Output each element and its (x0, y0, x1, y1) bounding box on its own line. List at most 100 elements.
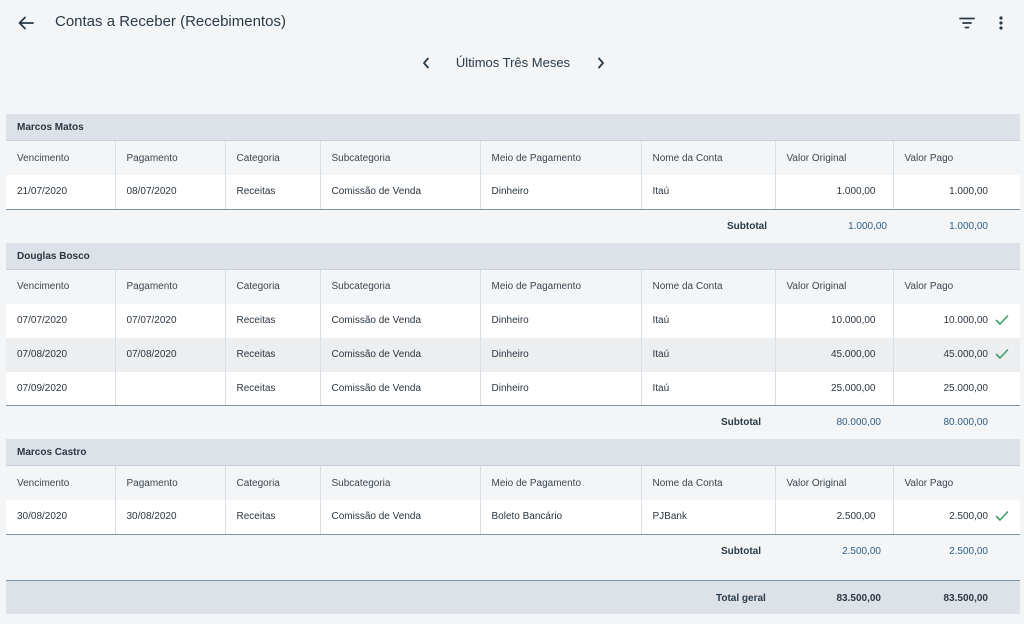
cell-account-name: PJBank (641, 500, 776, 535)
column-header-row: Vencimento Pagamento Categoria Subcategoria… (6, 269, 1020, 304)
column-header-category: Categoria (225, 141, 321, 175)
cell-original-value: 10.000,00 (775, 303, 894, 338)
grand-total-original: 83.500,00 (836, 593, 882, 604)
column-header-original-value: Valor Original (775, 269, 894, 304)
subtotal-original: 1.000,00 (848, 220, 887, 232)
column-header-due-date: Vencimento (6, 466, 116, 500)
cell-original-value: 1.000,00 (775, 175, 894, 210)
cell-category: Receitas (225, 303, 321, 338)
cell-due-date: 07/09/2020 (6, 371, 116, 406)
next-period-button[interactable] (591, 52, 611, 74)
subtotal-row: Subtotal 80.000,00 80.000,00 (6, 406, 1020, 439)
cell-category: Receitas (225, 175, 321, 210)
cell-payment-date: 07/08/2020 (115, 337, 226, 372)
column-header-account-name: Nome da Conta (641, 141, 776, 175)
column-header-due-date: Vencimento (6, 269, 116, 304)
cell-subcategory: Comissão de Venda (320, 175, 481, 210)
paid-value-text: 2.500,00 (949, 511, 988, 523)
subtotal-paid: 1.000,00 (949, 220, 988, 232)
cell-payment-date: 08/07/2020 (115, 175, 226, 210)
check-icon (995, 511, 1009, 521)
cell-original-value: 2.500,00 (775, 500, 894, 535)
cell-account-name: Itaú (641, 303, 776, 338)
column-header-subcategory: Subcategoria (320, 141, 481, 175)
cell-payment-method: Dinheiro (480, 337, 642, 372)
group-header: Marcos Castro (6, 439, 1020, 466)
receivables-report: Marcos Matos Vencimento Pagamento Categoria… (6, 114, 1020, 568)
column-header-paid-value: Valor Pago (893, 269, 1020, 304)
subtotal-original: 80.000,00 (836, 417, 882, 428)
subtotal-label: Subtotal (721, 417, 761, 428)
paid-value-text: 10.000,00 (943, 315, 989, 326)
column-header-payment-date: Pagamento (115, 269, 226, 304)
cell-due-date: 30/08/2020 (6, 500, 116, 535)
period-label: Últimos Três Meses (455, 55, 571, 70)
group-header: Marcos Matos (6, 114, 1020, 141)
cell-category: Receitas (225, 500, 321, 535)
previous-period-button[interactable] (416, 52, 436, 74)
column-header-category: Categoria (225, 269, 321, 304)
cell-original-value: 45.000,00 (775, 337, 894, 372)
column-header-category: Categoria (225, 466, 321, 500)
column-header-due-date: Vencimento (6, 141, 116, 175)
more-options-button[interactable] (989, 11, 1013, 35)
cell-due-date: 07/08/2020 (6, 337, 116, 372)
arrow-left-icon (18, 16, 34, 30)
column-header-original-value: Valor Original (775, 141, 894, 175)
grand-total-label: Total geral (716, 593, 766, 604)
cell-due-date: 21/07/2020 (6, 175, 116, 210)
more-vertical-icon (999, 16, 1003, 30)
cell-payment-date: 30/08/2020 (115, 500, 226, 535)
cell-payment-method: Dinheiro (480, 175, 642, 210)
column-header-row: Vencimento Pagamento Categoria Subcategoria… (6, 466, 1020, 500)
check-icon (995, 314, 1009, 325)
table-row[interactable]: 07/09/2020 Receitas Comissão de Venda Dinhe… (6, 371, 1020, 406)
subtotal-row: Subtotal 1.000,00 1.000,00 (6, 210, 1020, 243)
group-table: Vencimento Pagamento Categoria Subcategoria… (6, 466, 1020, 535)
cell-account-name: Itaú (641, 175, 776, 210)
paid-value-text: 25.000,00 (943, 382, 989, 394)
table-row[interactable]: 30/08/2020 30/08/2020 Receitas Comissão de … (6, 500, 1020, 535)
column-header-payment-method: Meio de Pagamento (480, 269, 642, 304)
cell-paid-value: 10.000,00 (893, 303, 1020, 338)
cell-original-value: 25.000,00 (775, 371, 894, 406)
column-header-subcategory: Subcategoria (320, 466, 481, 500)
subtotal-paid: 2.500,00 (949, 545, 988, 557)
group-table: Vencimento Pagamento Categoria Subcategoria… (6, 269, 1020, 406)
back-button[interactable] (14, 11, 38, 35)
cell-payment-method: Dinheiro (480, 303, 642, 338)
table-row[interactable]: 07/07/2020 07/07/2020 Receitas Comissão de … (6, 303, 1020, 338)
cell-account-name: Itaú (641, 337, 776, 372)
cell-category: Receitas (225, 337, 321, 372)
chevron-right-icon (598, 57, 604, 69)
table-row[interactable]: 21/07/2020 08/07/2020 Receitas Comissão de … (6, 175, 1020, 210)
cell-category: Receitas (225, 371, 321, 406)
column-header-row: Vencimento Pagamento Categoria Subcategoria… (6, 141, 1020, 175)
filter-button[interactable] (955, 11, 979, 35)
check-icon (995, 348, 1009, 359)
cell-payment-method: Dinheiro (480, 371, 642, 406)
column-header-paid-value: Valor Pago (893, 466, 1020, 500)
subtotal-label: Subtotal (727, 220, 767, 232)
table-row[interactable]: 07/08/2020 07/08/2020 Receitas Comissão de … (6, 337, 1020, 372)
column-header-payment-date: Pagamento (115, 466, 226, 500)
grand-total-bar: Total geral 83.500,00 83.500,00 (6, 580, 1020, 614)
cell-subcategory: Comissão de Venda (320, 500, 481, 535)
cell-paid-value: 25.000,00 (893, 371, 1020, 406)
cell-payment-method: Boleto Bancário (480, 500, 642, 535)
subtotal-label: Subtotal (721, 545, 761, 557)
page-title: Contas a Receber (Recebimentos) (55, 13, 286, 30)
cell-subcategory: Comissão de Venda (320, 337, 481, 372)
group-header: Douglas Bosco (6, 242, 1020, 270)
subtotal-original: 2.500,00 (842, 545, 881, 557)
period-selector: Últimos Três Meses (0, 50, 1024, 76)
cell-account-name: Itaú (641, 371, 776, 406)
cell-paid-value: 1.000,00 (893, 175, 1020, 210)
app-bar: Contas a Receber (Recebimentos) (0, 0, 1024, 46)
cell-paid-value: 2.500,00 (893, 500, 1020, 535)
column-header-payment-date: Pagamento (115, 141, 226, 175)
paid-value-text: 1.000,00 (949, 186, 988, 198)
grand-total-paid: 83.500,00 (943, 593, 989, 604)
filter-icon (959, 17, 975, 29)
subtotal-row: Subtotal 2.500,00 2.500,00 (6, 535, 1020, 568)
